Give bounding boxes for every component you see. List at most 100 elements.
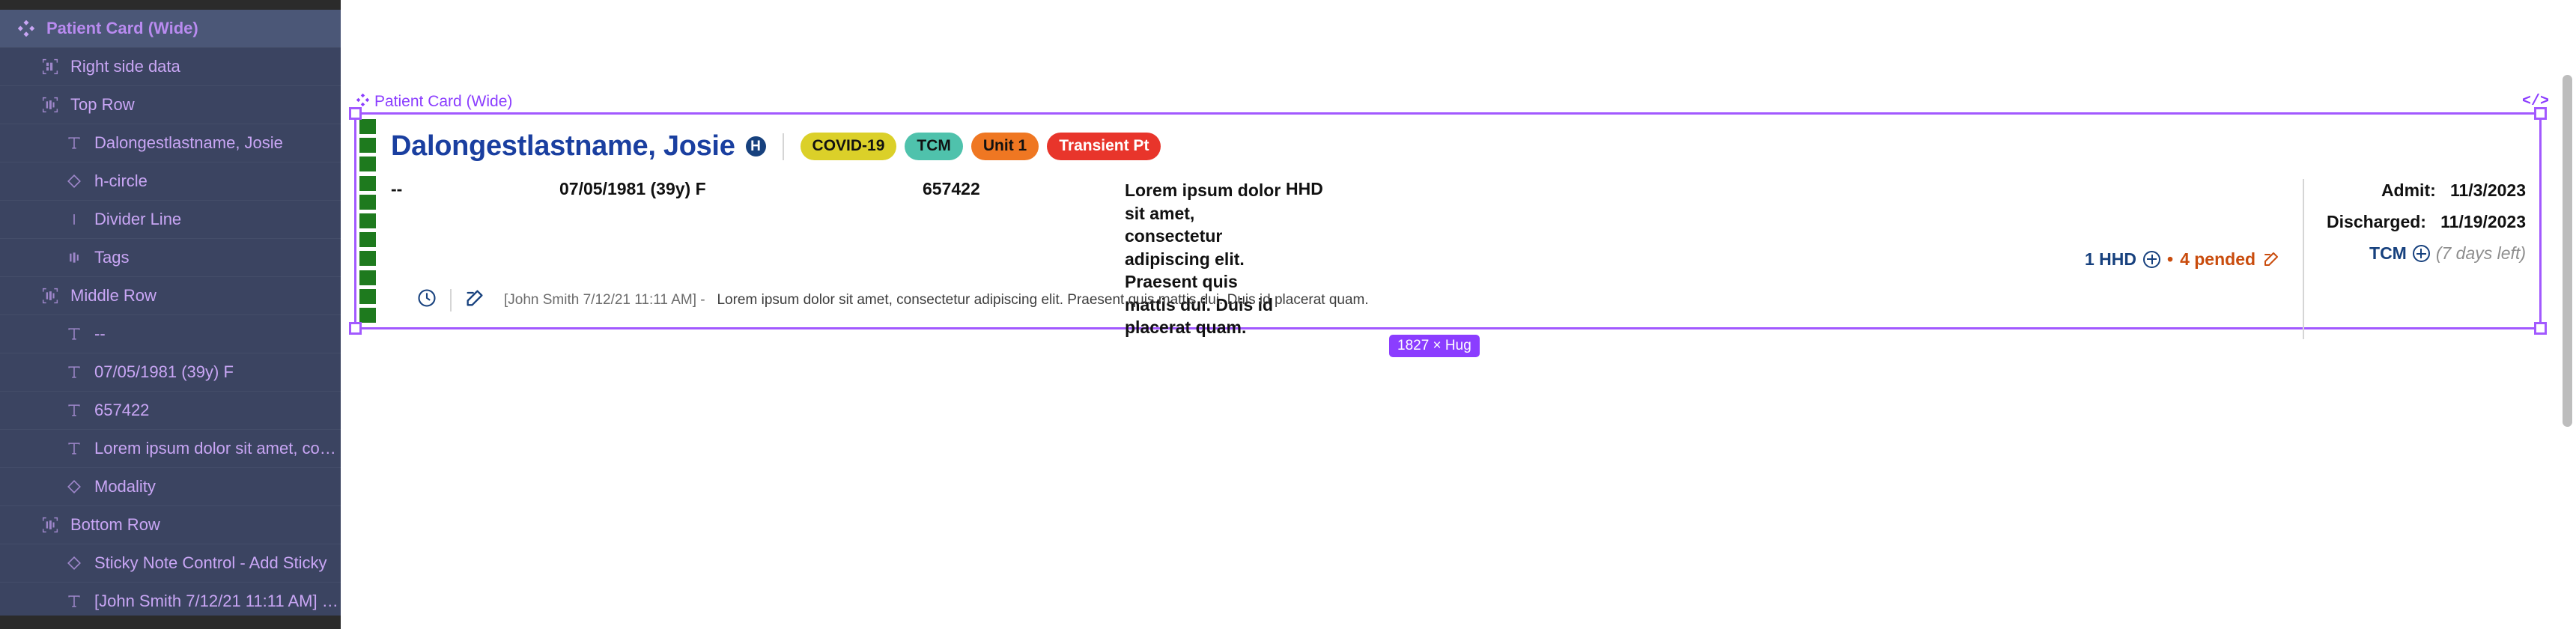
h-circle-icon[interactable]: H bbox=[745, 136, 766, 157]
layer-row-label: Top Row bbox=[70, 95, 135, 114]
pended-count[interactable]: 4 pended bbox=[2180, 249, 2255, 270]
layer-row-patient-card-wide[interactable]: Patient Card (Wide) bbox=[0, 10, 341, 48]
modality-controls: 1 HHD • 4 pended Admit: 11/3/2023 Discha… bbox=[1802, 179, 2536, 340]
layer-row-label: Dalongestlastname, Josie bbox=[94, 133, 283, 152]
tcm-line: TCM (7 days left) bbox=[2327, 243, 2526, 264]
layer-row-label: 07/05/1981 (39y) F bbox=[94, 362, 234, 381]
bottom-row: [John Smith 7/12/21 11:11 AM] - Lorem ip… bbox=[407, 288, 1369, 312]
layer-row-[interactable]: -- bbox=[0, 315, 341, 353]
resize-handle-bottom-left[interactable] bbox=[349, 322, 362, 335]
layer-row-07-05-1981-39y-f[interactable]: 07/05/1981 (39y) F bbox=[0, 353, 341, 392]
frame-horizontal-icon bbox=[61, 245, 87, 270]
discharged-label: Discharged: bbox=[2327, 212, 2426, 231]
design-canvas[interactable]: Patient Card (Wide) </> Dalongestlastnam… bbox=[341, 0, 2576, 629]
instance-diamond-icon bbox=[61, 550, 87, 576]
discharged-value: 11/19/2023 bbox=[2440, 212, 2526, 231]
layer-row-657422[interactable]: 657422 bbox=[0, 392, 341, 430]
layer-row-middle-row[interactable]: Middle Row bbox=[0, 277, 341, 315]
plus-circle-icon[interactable] bbox=[2143, 250, 2161, 268]
layer-row-label: Lorem ipsum dolor sit amet, cons... bbox=[94, 439, 341, 458]
autolayout-vertical-icon bbox=[37, 54, 63, 79]
layer-row-modality[interactable]: Modality bbox=[0, 468, 341, 506]
text-icon bbox=[61, 130, 87, 156]
layer-row-bottom-row[interactable]: Bottom Row bbox=[0, 506, 341, 544]
divider-line bbox=[782, 133, 784, 160]
admit-value: 11/3/2023 bbox=[2449, 180, 2526, 200]
text-icon bbox=[61, 589, 87, 614]
sticky-note-meta: [John Smith 7/12/21 11:11 AM] - bbox=[504, 291, 705, 308]
sticky-note-body: Lorem ipsum dolor sit amet, consectetur … bbox=[717, 291, 1369, 308]
layer-row-label: Middle Row bbox=[70, 286, 157, 305]
spacing-indicators bbox=[359, 119, 376, 323]
tag-transient-pt[interactable]: Transient Pt bbox=[1047, 133, 1161, 160]
component-diamond-icon bbox=[13, 16, 39, 41]
right-data-divider bbox=[2303, 179, 2305, 340]
pencil-square-icon[interactable] bbox=[2262, 250, 2280, 268]
panel-top-chrome bbox=[0, 0, 341, 10]
hhd-block: 1 HHD • 4 pended bbox=[2085, 179, 2280, 339]
top-row: Dalongestlastname, Josie H COVID-19 TCM Un… bbox=[382, 115, 2536, 162]
canvas-scrollbar[interactable] bbox=[2563, 75, 2572, 427]
frame-label[interactable]: Patient Card (Wide) bbox=[356, 93, 512, 111]
frame-label-text: Patient Card (Wide) bbox=[374, 93, 513, 110]
pencil-square-icon[interactable] bbox=[464, 288, 485, 312]
layer-row-label: Bottom Row bbox=[70, 515, 160, 534]
layer-row-h-circle[interactable]: h-circle bbox=[0, 162, 341, 201]
layer-row-label: [John Smith 7/12/21 11:11 AM] - L... bbox=[94, 592, 341, 610]
bottom-row-divider bbox=[450, 288, 452, 312]
value-description: Lorem ipsum dolor sit amet, consectetur … bbox=[1125, 180, 1281, 338]
layer-list: Patient Card (Wide) Right side data Top Ro… bbox=[0, 10, 341, 621]
instance-diamond-icon bbox=[61, 474, 87, 499]
app-root: Patient Card (Wide) Right side data Top Ro… bbox=[0, 0, 2576, 629]
value-dob: 07/05/1981 (39y) F bbox=[559, 179, 706, 198]
patient-card-frame[interactable]: Dalongestlastname, Josie H COVID-19 TCM Un… bbox=[349, 107, 2547, 340]
layer-row-sticky-note-control-add-sticky[interactable]: Sticky Note Control - Add Sticky bbox=[0, 544, 341, 583]
bullet-separator: • bbox=[2167, 249, 2174, 269]
patient-name: Dalongestlastname, Josie bbox=[391, 130, 735, 162]
layer-row-label: Sticky Note Control - Add Sticky bbox=[94, 553, 327, 572]
middle-row: -- 07/05/1981 (39y) F 657422 Lorem ipsum… bbox=[382, 162, 2536, 340]
layer-row-label: Right side data bbox=[70, 57, 180, 76]
tags: COVID-19 TCM Unit 1 Transient Pt bbox=[800, 133, 1161, 160]
plus-circle-icon[interactable] bbox=[2412, 245, 2430, 262]
layers-panel: Patient Card (Wide) Right side data Top Ro… bbox=[0, 0, 341, 629]
clock-icon[interactable] bbox=[416, 288, 437, 312]
resize-handle-top-left[interactable] bbox=[349, 107, 362, 120]
layer-row-right-side-data[interactable]: Right side data bbox=[0, 48, 341, 86]
instance-diamond-icon bbox=[61, 168, 87, 194]
tcm-label[interactable]: TCM bbox=[2369, 243, 2407, 264]
layer-row-dalongestlastname-josie[interactable]: Dalongestlastname, Josie bbox=[0, 124, 341, 162]
tag-tcm[interactable]: TCM bbox=[905, 133, 963, 160]
tag-unit-1[interactable]: Unit 1 bbox=[970, 133, 1039, 160]
autolayout-horizontal-icon bbox=[37, 92, 63, 118]
layer-row-label: 657422 bbox=[94, 401, 150, 419]
admit-line: Admit: 11/3/2023 bbox=[2327, 180, 2526, 201]
right-side-data: Admit: 11/3/2023 Discharged: 11/19/2023 bbox=[2327, 179, 2536, 339]
layer-row-label: Divider Line bbox=[94, 210, 182, 228]
hhd-count[interactable]: 1 HHD bbox=[2085, 249, 2136, 270]
patient-card: Dalongestlastname, Josie H COVID-19 TCM Un… bbox=[382, 115, 2536, 340]
text-icon bbox=[61, 436, 87, 461]
text-icon bbox=[61, 398, 87, 423]
value-modality: HHD bbox=[1286, 179, 1323, 198]
autolayout-horizontal-icon bbox=[37, 283, 63, 309]
layer-row-tags[interactable]: Tags bbox=[0, 239, 341, 277]
tag-covid-19[interactable]: COVID-19 bbox=[800, 133, 897, 160]
autolayout-horizontal-icon bbox=[37, 512, 63, 538]
value-mrn: 657422 bbox=[923, 179, 980, 198]
text-icon bbox=[61, 359, 87, 385]
layer-row-divider-line[interactable]: Divider Line bbox=[0, 201, 341, 239]
layer-row-label: h-circle bbox=[94, 171, 148, 190]
text-icon bbox=[61, 321, 87, 347]
line-icon bbox=[61, 207, 87, 232]
layer-row-label: Tags bbox=[94, 248, 130, 267]
value-dash: -- bbox=[391, 179, 403, 198]
discharged-line: Discharged: 11/19/2023 bbox=[2327, 212, 2526, 232]
layer-row-top-row[interactable]: Top Row bbox=[0, 86, 341, 124]
layer-row-label: Modality bbox=[94, 477, 156, 496]
panel-bottom-chrome bbox=[0, 616, 341, 629]
size-badge: 1827 × Hug bbox=[1389, 335, 1480, 357]
sticky-note-text[interactable]: [John Smith 7/12/21 11:11 AM] - Lorem ip… bbox=[504, 292, 1369, 309]
admit-label: Admit: bbox=[2381, 180, 2436, 200]
layer-row-lorem-ipsum-dolor-sit-amet-cons[interactable]: Lorem ipsum dolor sit amet, cons... bbox=[0, 430, 341, 468]
